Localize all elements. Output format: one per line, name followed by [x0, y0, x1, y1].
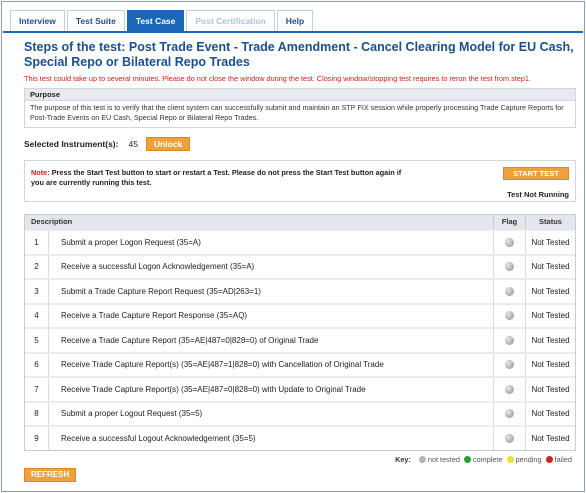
key-failed: failed [554, 455, 572, 464]
steps-table: Description Flag Status 1 Submit a proper… [24, 214, 576, 451]
step-description: Submit a proper Logout Request (35=5) [61, 409, 203, 419]
instrument-bar: Selected Instrument(s): 45 Unlock [24, 136, 191, 152]
status-dot-icon [505, 237, 514, 247]
note-panel: Note: Press the Start Test button to sta… [24, 160, 576, 202]
status-dot-icon [505, 262, 514, 272]
table-row: 7 Receive Trade Capture Report(s) (35=AE|… [25, 376, 575, 401]
table-row: 9 Receive a successful Logout Acknowledge… [25, 425, 575, 450]
tab-post-certification: Post Certification [186, 10, 275, 32]
step-number: 1 [25, 231, 49, 254]
step-number: 8 [25, 402, 49, 425]
refresh-button[interactable]: REFRESH [24, 468, 77, 482]
step-flag [493, 280, 525, 303]
app-frame: Interview Test Suite Test Case Post Cert… [1, 1, 585, 492]
warning-message: This test could take up to several minut… [24, 74, 531, 83]
unlock-button[interactable]: Unlock [145, 137, 191, 151]
key-pending: pending [515, 455, 542, 464]
header-status: Status [525, 215, 575, 229]
page-title: Steps of the test: Post Trade Event - Tr… [24, 40, 574, 69]
step-status: Not Tested [525, 402, 575, 425]
table-row: 2 Receive a successful Logon Acknowledgem… [25, 253, 575, 278]
step-description: Receive Trade Capture Report(s) (35=AE|4… [61, 360, 384, 370]
status-dot-icon [505, 384, 514, 394]
green-dot-icon [463, 456, 471, 463]
purpose-header: Purpose [25, 89, 575, 101]
instrument-label: Selected Instrument(s): [24, 139, 119, 149]
yellow-dot-icon [506, 456, 514, 463]
step-flag [493, 231, 525, 254]
step-description: Receive a Trade Capture Report (35=AE|48… [61, 335, 319, 345]
tab-interview[interactable]: Interview [10, 10, 65, 32]
table-row: 4 Receive a Trade Capture Report Response… [25, 302, 575, 327]
step-status: Not Tested [525, 353, 575, 376]
step-flag [493, 255, 525, 278]
step-number: 2 [25, 255, 49, 278]
instrument-value: 45 [128, 139, 138, 149]
step-flag [493, 378, 525, 401]
table-row: 5 Receive a Trade Capture Report (35=AE|4… [25, 327, 575, 352]
step-description: Receive Trade Capture Report(s) (35=AE|4… [61, 384, 366, 394]
tab-test-suite[interactable]: Test Suite [66, 10, 125, 32]
step-number: 4 [25, 304, 49, 327]
status-dot-icon [505, 311, 514, 321]
step-status: Not Tested [525, 304, 575, 327]
table-body: 1 Submit a proper Logon Request (35=A) Not… [25, 229, 575, 450]
step-number: 3 [25, 280, 49, 303]
step-number: 5 [25, 329, 49, 352]
tab-bar: Interview Test Suite Test Case Post Cert… [10, 10, 315, 32]
status-dot-icon [505, 360, 514, 370]
note-text: Press the Start Test button to start or … [31, 168, 402, 187]
purpose-panel: Purpose The purpose of this test is to v… [24, 88, 576, 128]
step-status: Not Tested [525, 280, 575, 303]
step-status: Not Tested [525, 231, 575, 254]
step-number: 9 [25, 427, 49, 450]
purpose-text: The purpose of this test is to verify th… [30, 103, 564, 122]
key-complete: complete [472, 455, 503, 464]
tab-underline [3, 31, 583, 33]
step-description: Receive a successful Logon Acknowledgeme… [61, 262, 255, 272]
legend-key: Key: not tested complete pending failed [395, 455, 572, 464]
note-text-block: Note: Press the Start Test button to sta… [31, 168, 411, 188]
step-flag [493, 353, 525, 376]
step-description: Submit a Trade Capture Report Request (3… [61, 286, 261, 296]
status-dot-icon [505, 409, 514, 419]
status-dot-icon [505, 335, 514, 345]
step-status: Not Tested [525, 427, 575, 450]
table-row: 6 Receive Trade Capture Report(s) (35=AE|… [25, 351, 575, 376]
header-flag: Flag [493, 215, 525, 229]
step-flag [493, 427, 525, 450]
grey-dot-icon [418, 456, 426, 463]
status-dot-icon [505, 286, 514, 296]
step-status: Not Tested [525, 255, 575, 278]
step-number: 7 [25, 378, 49, 401]
step-flag [493, 402, 525, 425]
step-status: Not Tested [525, 378, 575, 401]
step-description: Receive a successful Logout Acknowledgem… [61, 433, 256, 443]
red-dot-icon [545, 456, 553, 463]
key-not-tested: not tested [427, 455, 460, 464]
note-label: Note: [31, 168, 50, 177]
step-flag [493, 304, 525, 327]
table-row: 3 Submit a Trade Capture Report Request (… [25, 278, 575, 303]
step-flag [493, 329, 525, 352]
tab-help[interactable]: Help [276, 10, 314, 32]
step-description: Submit a proper Logon Request (35=A) [61, 237, 201, 247]
table-header: Description Flag Status [25, 215, 575, 229]
tab-test-case[interactable]: Test Case [126, 10, 185, 32]
table-row: 1 Submit a proper Logon Request (35=A) Not… [25, 229, 575, 254]
key-label: Key: [395, 455, 411, 464]
step-status: Not Tested [525, 329, 575, 352]
test-status: Test Not Running [507, 190, 569, 199]
step-description: Receive a Trade Capture Report Response … [61, 311, 248, 321]
table-row: 8 Submit a proper Logout Request (35=5) No… [25, 400, 575, 425]
status-dot-icon [505, 433, 514, 443]
step-number: 6 [25, 353, 49, 376]
start-test-button[interactable]: START TEST [503, 167, 569, 180]
header-description: Description [31, 217, 73, 226]
